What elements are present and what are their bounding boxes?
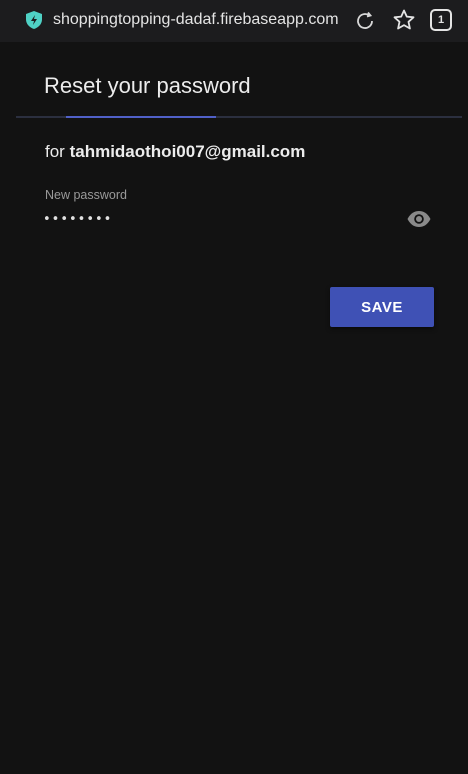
account-email: tahmidaothoi007@gmail.com	[69, 142, 306, 161]
progress-bar	[16, 116, 462, 118]
new-password-label: New password	[45, 188, 127, 202]
browser-toolbar: shoppingtopping-dadaf.firebaseapp.com 1	[0, 0, 468, 42]
for-prefix: for	[45, 142, 65, 161]
page-title: Reset your password	[44, 73, 251, 98]
reset-password-page: Reset your password for tahmidaothoi007@…	[0, 42, 468, 774]
reload-icon[interactable]	[353, 9, 377, 33]
star-icon[interactable]	[392, 8, 416, 32]
address-bar-url[interactable]: shoppingtopping-dadaf.firebaseapp.com	[53, 11, 345, 29]
save-button[interactable]: SAVE	[330, 287, 434, 327]
account-line: for tahmidaothoi007@gmail.com	[45, 142, 305, 162]
progress-indicator	[66, 116, 216, 118]
eye-icon[interactable]	[406, 208, 432, 230]
new-password-input[interactable]	[43, 208, 393, 230]
tabs-icon[interactable]: 1	[430, 9, 452, 31]
shield-icon[interactable]	[24, 10, 44, 30]
